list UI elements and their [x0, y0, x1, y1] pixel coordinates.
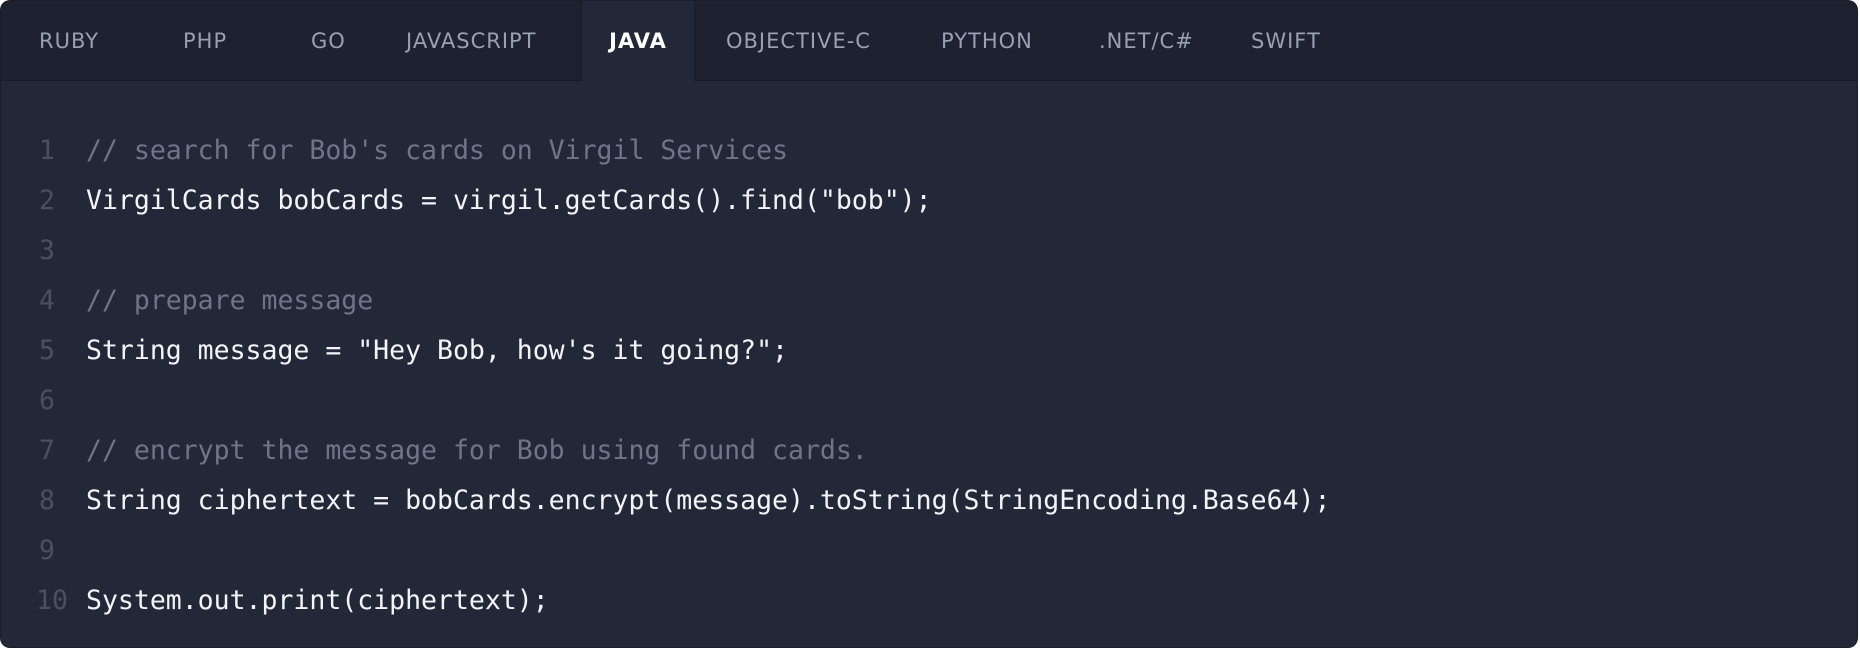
- tab-go[interactable]: GO: [311, 1, 346, 80]
- tab-ruby[interactable]: RUBY: [39, 1, 99, 80]
- code-line: 6: [1, 381, 1857, 431]
- line-number: 6: [39, 385, 55, 416]
- code-text: String message = "Hey Bob, how's it goin…: [86, 335, 788, 366]
- line-number: 2: [39, 185, 55, 216]
- code-sample-panel: RUBY PHP GO JAVASCRIPT JAVA OBJECTIVE-C …: [1, 1, 1857, 647]
- code-line: 10 System.out.print(ciphertext);: [1, 581, 1857, 631]
- tab-python[interactable]: PYTHON: [941, 1, 1033, 80]
- line-number: 5: [39, 335, 55, 366]
- tab-objective-c[interactable]: OBJECTIVE-C: [726, 1, 871, 80]
- code-text: VirgilCards bobCards = virgil.getCards()…: [86, 185, 932, 216]
- code-line: 8 String ciphertext = bobCards.encrypt(m…: [1, 481, 1857, 531]
- code-line: 5 String message = "Hey Bob, how's it go…: [1, 331, 1857, 381]
- line-number: 3: [39, 235, 55, 266]
- code-line: 4 // prepare message: [1, 281, 1857, 331]
- code-text: System.out.print(ciphertext);: [86, 585, 549, 616]
- tab-php[interactable]: PHP: [183, 1, 227, 80]
- tab-swift[interactable]: SWIFT: [1251, 1, 1321, 80]
- line-number: 4: [39, 285, 55, 316]
- code-line: 7 // encrypt the message for Bob using f…: [1, 431, 1857, 481]
- tab-dotnet-csharp[interactable]: .NET/C#: [1099, 1, 1194, 80]
- tab-java[interactable]: JAVA: [581, 1, 695, 81]
- code-text: String ciphertext = bobCards.encrypt(mes…: [86, 485, 1331, 516]
- line-number: 7: [39, 435, 55, 466]
- code-line: 9: [1, 531, 1857, 581]
- line-number: 9: [39, 535, 55, 566]
- code-comment: // search for Bob's cards on Virgil Serv…: [86, 135, 788, 166]
- code-line: 3: [1, 231, 1857, 281]
- code-line: 2 VirgilCards bobCards = virgil.getCards…: [1, 181, 1857, 231]
- line-number: 1: [39, 135, 55, 166]
- tab-javascript[interactable]: JAVASCRIPT: [406, 1, 537, 80]
- line-number: 10: [36, 585, 68, 616]
- line-number: 8: [39, 485, 55, 516]
- code-comment: // encrypt the message for Bob using fou…: [86, 435, 868, 466]
- language-tab-bar: RUBY PHP GO JAVASCRIPT JAVA OBJECTIVE-C …: [1, 1, 1857, 81]
- code-comment: // prepare message: [86, 285, 374, 316]
- code-block: 1 // search for Bob's cards on Virgil Se…: [1, 131, 1857, 631]
- code-line: 1 // search for Bob's cards on Virgil Se…: [1, 131, 1857, 181]
